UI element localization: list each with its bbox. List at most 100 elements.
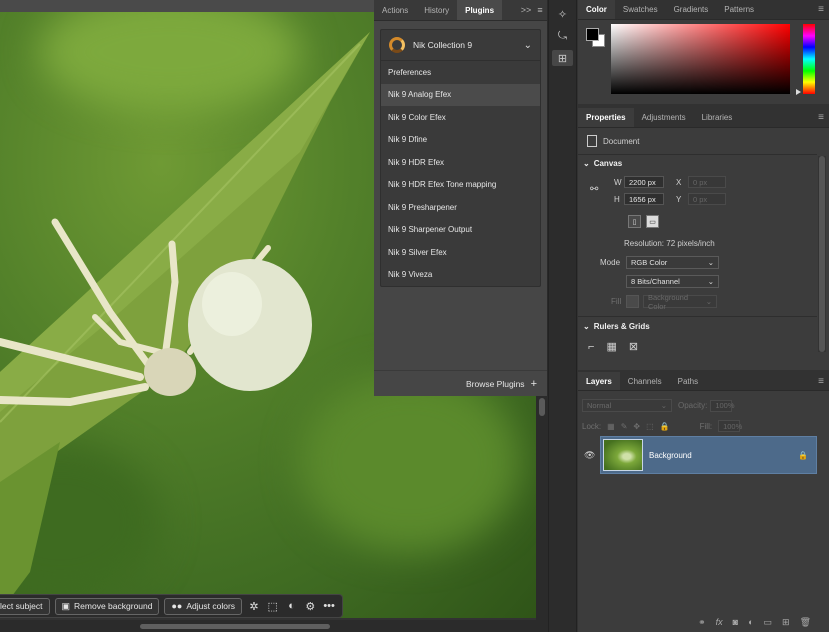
bit-depth-value: 8 Bits/Channel [631, 277, 680, 286]
lock-all-icon[interactable]: 🔒 [660, 422, 670, 431]
orientation-buttons: ▯ ▭ [628, 215, 659, 228]
mode-select[interactable]: RGB Color ⌄ [626, 256, 719, 269]
hue-marker[interactable] [796, 89, 801, 95]
fx-icon[interactable]: fx [716, 617, 723, 627]
panel-menu-icon[interactable]: ≡ [533, 0, 547, 20]
new-layer-icon[interactable]: ⊞ [782, 617, 790, 628]
canvas-horizontal-scrollbar[interactable] [0, 620, 548, 632]
adjustment-icon[interactable]: ◐ [285, 598, 299, 615]
plugin-selector[interactable]: Nik Collection 9 ⌄ [381, 30, 540, 61]
adjustment-layer-icon[interactable]: ◐ [748, 617, 753, 627]
plugins-panel: Actions History Plugins >> ≡ Nik Collect… [374, 0, 548, 396]
remove-background-button[interactable]: ▣ Remove background [54, 597, 160, 615]
plugin-item-hdr-tone-mapping[interactable]: Nik 9 HDR Efex Tone mapping [381, 174, 540, 197]
image-icon: ▣ [61, 600, 71, 611]
mode-label: Mode [600, 258, 621, 267]
plugin-item-analog-efex[interactable]: Nik 9 Analog Efex [381, 83, 540, 106]
bit-depth-select[interactable]: 8 Bits/Channel ⌄ [626, 275, 719, 288]
grid-icon[interactable]: ▦ [606, 340, 616, 353]
tab-patterns[interactable]: Patterns [716, 0, 762, 19]
browse-plugins-button[interactable]: Browse Plugins + [466, 378, 537, 390]
browse-plugins-label: Browse Plugins [465, 379, 525, 389]
canvas-vertical-scrollbar[interactable] [536, 396, 548, 632]
add-mask-icon[interactable]: ◙ [733, 617, 738, 627]
lock-paint-icon[interactable]: ✎ [621, 422, 628, 431]
eye-icon[interactable]: 👁 [584, 450, 595, 461]
spider-head [144, 348, 196, 396]
panel-menu-icon[interactable]: ≡ [813, 0, 829, 19]
tab-layers[interactable]: Layers [578, 372, 620, 390]
tab-properties[interactable]: Properties [578, 108, 634, 127]
plugin-item-preferences[interactable]: Preferences [381, 61, 540, 84]
generative-icon[interactable]: ⚙ [303, 598, 317, 615]
tab-plugins[interactable]: Plugins [457, 0, 503, 20]
magic-wand-icon[interactable]: ✲ [247, 598, 261, 615]
new-group-icon[interactable]: ▭ [764, 617, 773, 628]
sparkle-icon[interactable]: ✧ [552, 6, 573, 22]
scroll-thumb[interactable] [140, 624, 330, 629]
more-options-icon[interactable]: ••• [322, 598, 336, 615]
canvas-section-header[interactable]: ⌄ Canvas [583, 159, 622, 168]
tab-actions[interactable]: Actions [374, 0, 416, 20]
chevron-down-icon: ⌄ [660, 401, 667, 410]
delete-layer-icon[interactable]: 🗑 [800, 617, 811, 628]
fill-label: Fill [611, 297, 622, 306]
collapse-icon[interactable]: >> [519, 0, 533, 20]
properties-scrollbar[interactable] [818, 156, 826, 352]
transform-icon[interactable]: ⬚ [266, 598, 280, 615]
select-subject-button[interactable]: lect subject [0, 597, 50, 615]
height-field[interactable]: 1656 px [624, 193, 664, 205]
lock-artboard-icon[interactable]: ⬚ [646, 422, 654, 431]
tab-swatches[interactable]: Swatches [615, 0, 666, 19]
tab-color[interactable]: Color [578, 0, 615, 19]
rulers-grids-section-header[interactable]: ⌄ Rulers & Grids [583, 322, 650, 331]
plugin-item-silver-efex[interactable]: Nik 9 Silver Efex [381, 241, 540, 264]
chevron-down-icon: ⌄ [583, 322, 590, 331]
tab-channels[interactable]: Channels [620, 372, 670, 390]
adjust-colors-button[interactable]: ●● Adjust colors [164, 597, 243, 615]
tab-history[interactable]: History [416, 0, 457, 20]
x-label: X [676, 177, 682, 187]
plugin-item-viveza[interactable]: Nik 9 Viveza [381, 264, 540, 287]
layer-row-background[interactable]: Background 🔒 [600, 436, 817, 474]
layers-panel: Layers Channels Paths ≡ Normal ⌄ Opacity… [578, 372, 829, 632]
tab-gradients[interactable]: Gradients [666, 0, 717, 19]
color-picker-field[interactable] [611, 24, 790, 94]
lock-position-icon[interactable]: ✥ [633, 422, 640, 431]
hue-slider[interactable] [803, 24, 815, 94]
panel-menu-icon[interactable]: ≡ [813, 108, 829, 127]
plugin-item-color-efex[interactable]: Nik 9 Color Efex [381, 106, 540, 129]
tab-libraries[interactable]: Libraries [694, 108, 741, 127]
document-label: Document [603, 136, 640, 146]
lock-pixels-icon[interactable]: ▦ [607, 422, 615, 431]
canvas-section-label: Canvas [593, 159, 623, 168]
fill-select: Background Color ⌄ [643, 293, 717, 311]
portrait-orientation-icon[interactable]: ▯ [628, 215, 641, 228]
plugins-icon[interactable]: ⊞ [552, 50, 573, 66]
plugin-item-presharpener[interactable]: Nik 9 Presharpener [381, 196, 540, 219]
fill-label: Fill: [699, 421, 713, 431]
width-field[interactable]: 2200 px [624, 176, 664, 188]
scroll-thumb[interactable] [539, 398, 545, 416]
link-layers-icon[interactable]: ⚭ [698, 617, 706, 628]
landscape-orientation-icon[interactable]: ▭ [646, 215, 659, 228]
color-panel-tabbar: Color Swatches Gradients Patterns ≡ [578, 0, 829, 20]
foreground-color-swatch[interactable] [586, 28, 599, 41]
scroll-thumb[interactable] [819, 156, 825, 352]
link-dimensions-icon[interactable]: ⚯ [590, 184, 598, 195]
rulers-icon[interactable]: ⌐ [588, 341, 594, 353]
document-row: Document [587, 135, 639, 147]
color-panel: Color Swatches Gradients Patterns ≡ [578, 0, 829, 104]
panel-menu-icon[interactable]: ≡ [813, 372, 829, 390]
lock-row: Lock: ▦ ✎ ✥ ⬚ 🔒 Fill: 100% [582, 420, 742, 432]
tab-paths[interactable]: Paths [670, 372, 706, 390]
plugin-item-dfine[interactable]: Nik 9 Dfine [381, 129, 540, 152]
guides-icon[interactable]: ⊠ [629, 340, 638, 353]
lock-icon[interactable]: 🔒 [798, 451, 808, 460]
tab-adjustments[interactable]: Adjustments [634, 108, 694, 127]
plugin-item-hdr-efex[interactable]: Nik 9 HDR Efex [381, 151, 540, 174]
plugin-item-sharpener-output[interactable]: Nik 9 Sharpener Output [381, 219, 540, 242]
properties-panel-tabbar: Properties Adjustments Libraries ≡ [578, 108, 829, 128]
history-brush-icon[interactable]: ⤿ [552, 28, 573, 44]
mode-select-value: RGB Color [631, 258, 668, 267]
